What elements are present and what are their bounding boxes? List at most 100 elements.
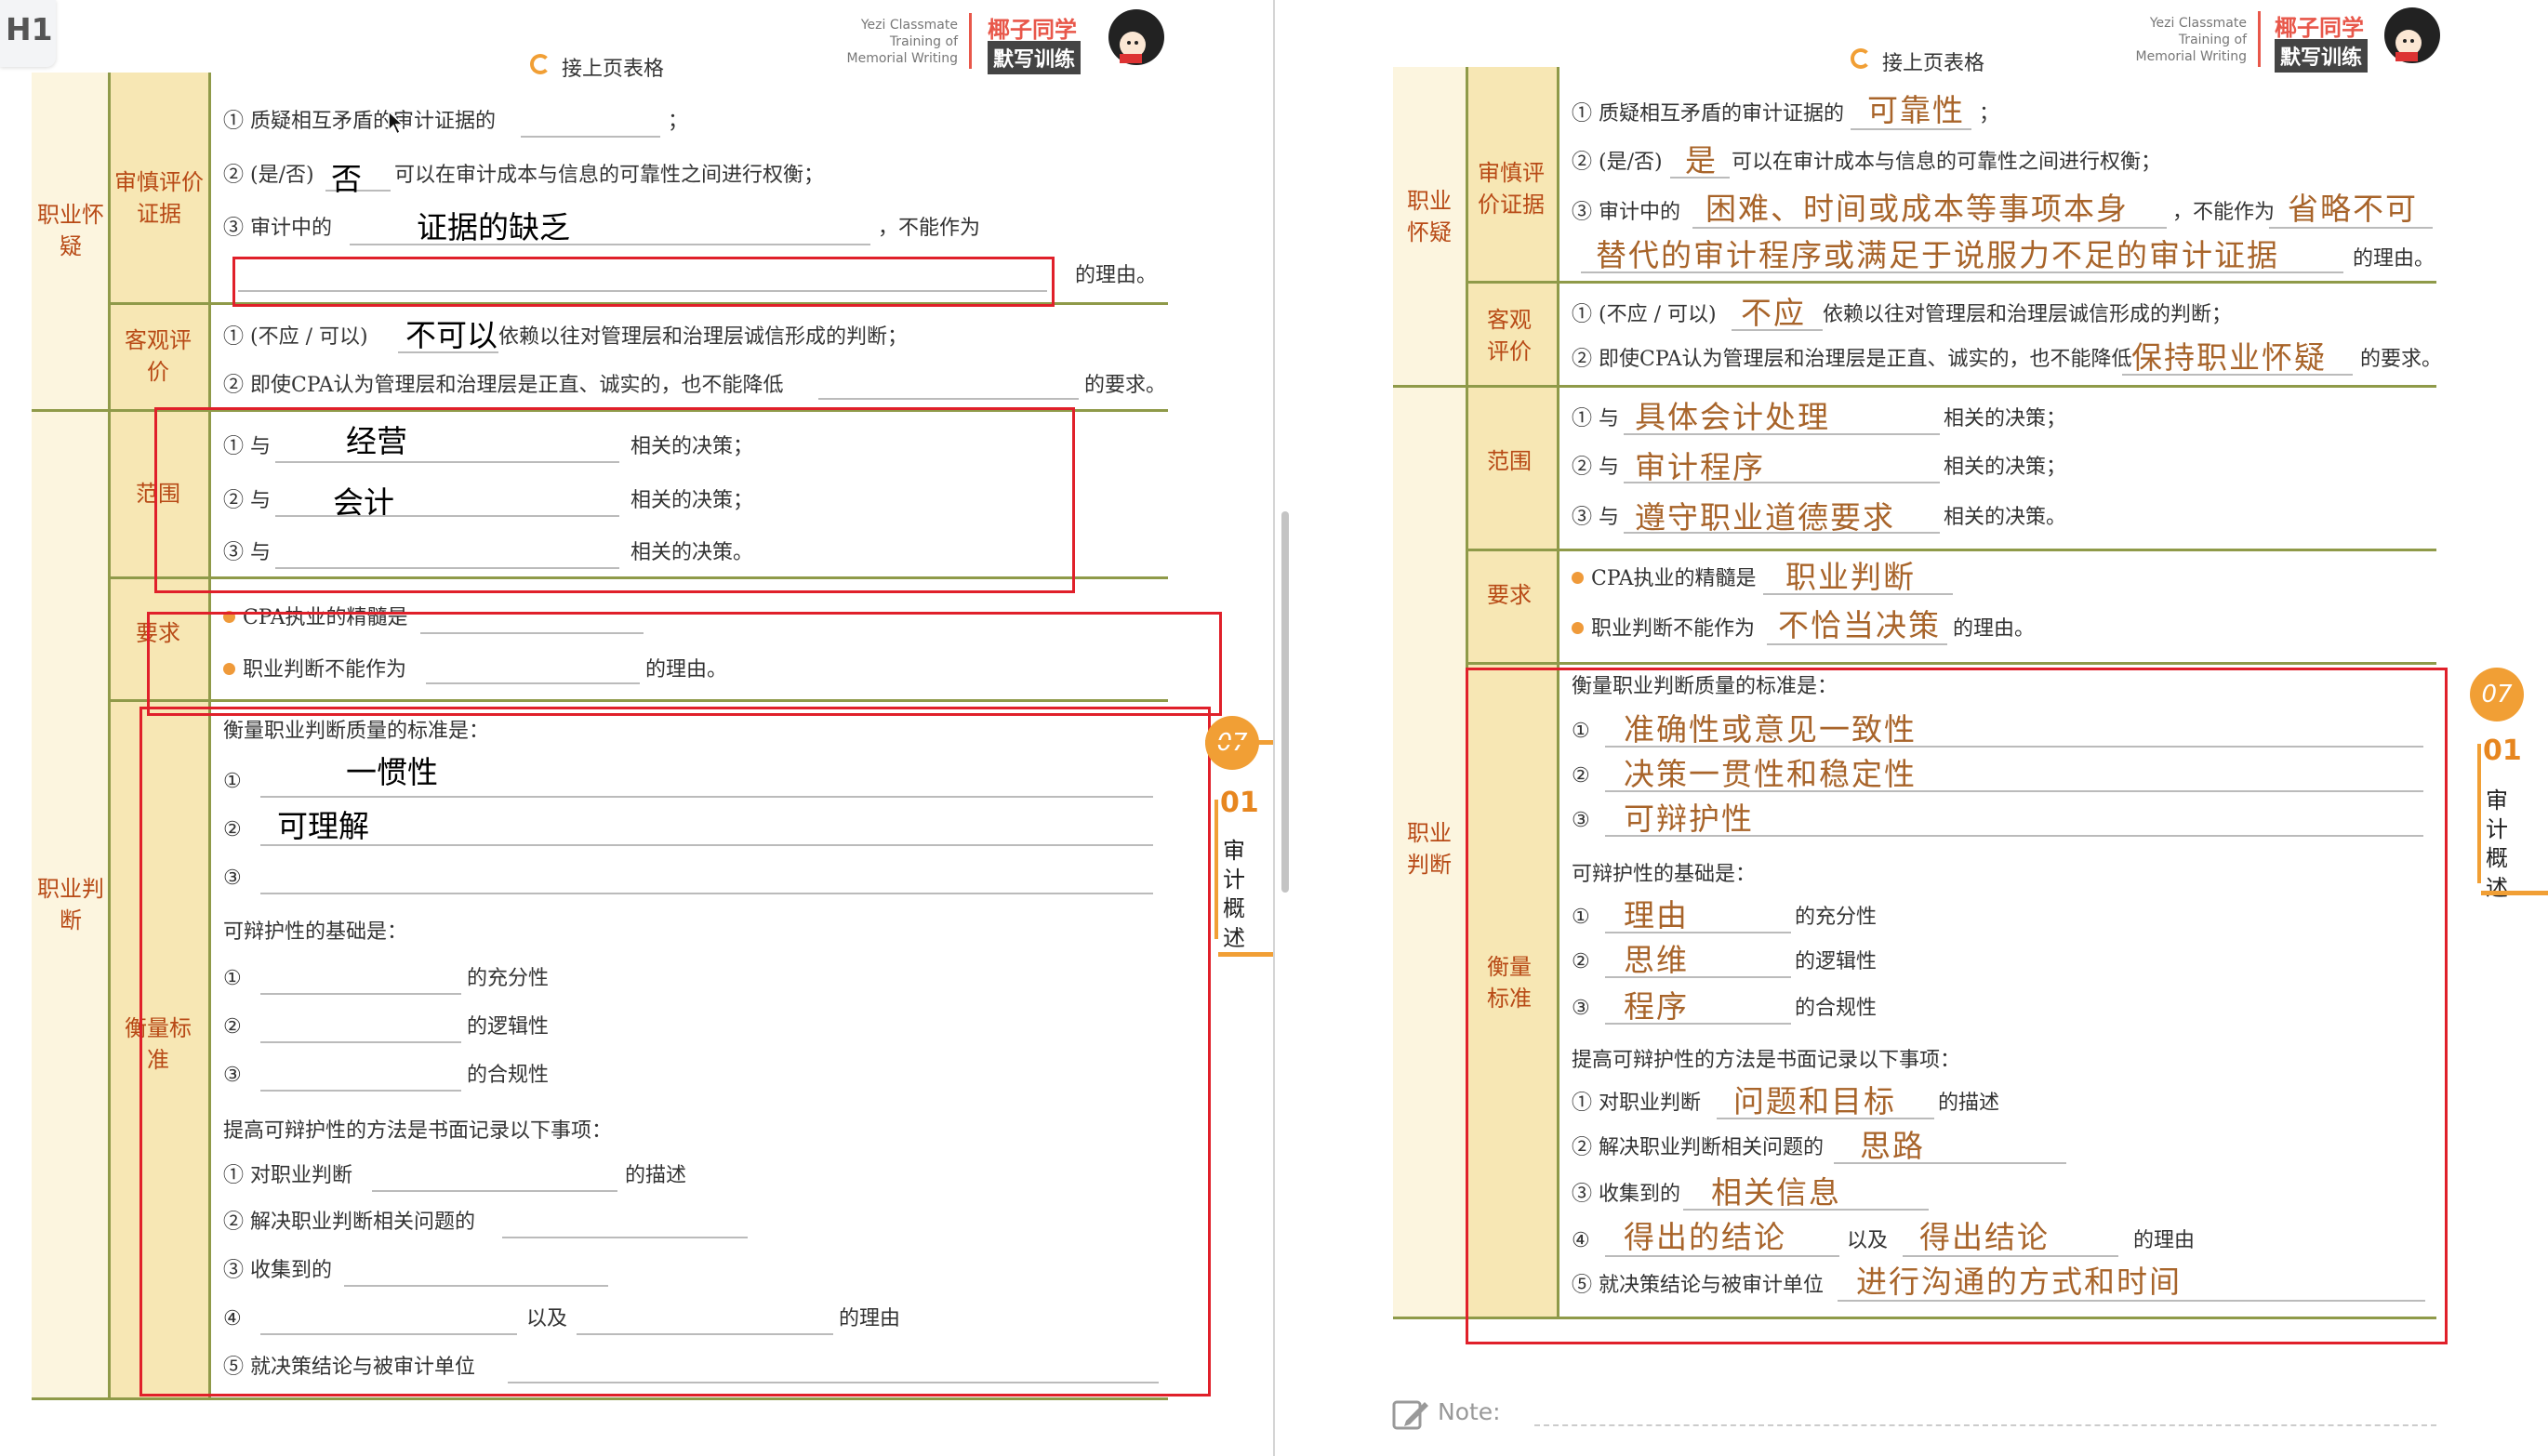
right-q2-prefix: ② (是/否) (1572, 151, 1663, 174)
right-obj1-answer: 不应 (1741, 295, 1806, 331)
left-obj1-answer[interactable]: 不可以 (405, 320, 498, 351)
left-hline-bottom (32, 1397, 1168, 1400)
right-col-outer (1393, 67, 1466, 1317)
right-req1-blank (1763, 593, 1953, 595)
right-q3-mid: ，不能作为 (2172, 201, 2276, 224)
right-scope3-suffix: 相关的决策。 (1944, 506, 2067, 529)
left-q1-suffix: ； (668, 110, 689, 133)
right-scope2-answer: 审计程序 (1635, 449, 1765, 485)
right-obj1-prefix: ① (不应 / 可以) (1572, 303, 1717, 326)
left-label-prof-judgment: 职业判断 (37, 876, 104, 933)
left-q3-suffix: 的理由。 (1075, 264, 1158, 287)
right-scope2-blank (1624, 482, 1940, 483)
right-chapter-badge: 07 (2470, 668, 2524, 721)
right-obj2-prefix: ② 即使CPA认为管理层和治理层是正直、诚实的，也不能降低 (1572, 348, 2132, 371)
right-scope3-prefix: ③ 与 (1572, 506, 1619, 529)
right-label-prudent-eval: 审慎评价证据 (1478, 160, 1545, 218)
right-label-scope: 范围 (1487, 448, 1532, 474)
right-q3-answer2: 省略不可 (2288, 191, 2418, 227)
right-q2-answer: 是 (1685, 142, 1718, 179)
right-obj2-suffix: 的要求。 (2360, 348, 2443, 371)
right-q2-blank (1670, 177, 1730, 179)
right-scope2-prefix: ② 与 (1572, 456, 1619, 479)
left-tab-line (1205, 740, 1274, 745)
right-scope1-prefix: ① 与 (1572, 407, 1619, 430)
left-obj2-prefix: ② 即使CPA认为管理层和治理层是正直、诚实的，也不能降低 (223, 374, 784, 397)
left-obj1-prefix: ① (不应 / 可以) (223, 325, 368, 349)
right-label-requirement: 要求 (1487, 582, 1532, 608)
right-label-prof-skepticism: 职业怀疑 (1407, 188, 1452, 245)
right-obj2-blank (2122, 374, 2353, 376)
brand-separator (969, 13, 972, 69)
left-q2-suffix: 可以在审计成本与信息的可靠性之间进行权衡； (394, 164, 825, 187)
scrollbar[interactable] (1281, 511, 1289, 893)
left-q3-answer[interactable]: 证据的缺乏 (417, 212, 570, 243)
continue-label-right: 接上页表格 (1882, 52, 1985, 75)
brand-separator-right (2258, 11, 2261, 67)
left-obj1-suffix: 依赖以往对管理层和治理层诚信形成的判断； (498, 325, 909, 349)
right-q3-blank (1692, 227, 2167, 229)
right-q3-answer: 困难、时间或成本等事项本身 (1705, 191, 2129, 227)
brand-logo-bottom: 默写训练 (988, 41, 1082, 74)
right-obj2-answer: 保持职业怀疑 (2131, 339, 2327, 376)
right-scope3-answer: 遵守职业道德要求 (1635, 499, 1895, 536)
right-tab-title: 审计概述 (2486, 788, 2508, 901)
right-tab-bottom-line (2481, 891, 2548, 895)
right-req2-answer: 不恰当决策 (1778, 607, 1941, 643)
right-label-objective-eval: 客观评价 (1487, 307, 1532, 364)
right-obj1-suffix: 依赖以往对管理层和治理层诚信形成的判断； (1823, 303, 2233, 326)
right-req2-blank (1767, 643, 1947, 645)
left-q3-prefix: ③ 审计中的 (223, 217, 332, 240)
left-q3-mid: ，不能作为 (878, 217, 981, 240)
right-scope3-blank (1624, 532, 1940, 534)
continue-icon (530, 54, 551, 74)
note-label: Note: (1438, 1398, 1501, 1425)
left-highlight-box-2 (154, 407, 1075, 593)
right-req2-suffix: 的理由。 (1953, 617, 2036, 641)
right-hline-1 (1466, 281, 2436, 284)
left-obj2-suffix: 的要求。 (1084, 374, 1167, 397)
right-hline-2 (1393, 385, 2436, 388)
right-tab-sub: 01 (2483, 735, 2522, 767)
left-label-prof-skepticism: 职业怀疑 (37, 202, 104, 259)
page-divider (1273, 0, 1275, 1456)
right-q3-prefix: ③ 审计中的 (1572, 201, 1680, 224)
right-q3-answer3: 替代的审计程序或满足于说服力不足的审计证据 (1596, 237, 2279, 273)
right-q3-blank-2 (2269, 227, 2433, 229)
right-req1: CPA执业的精髓是 (1572, 567, 1757, 591)
right-obj1-blank (1732, 329, 1823, 331)
right-hline-4 (1466, 662, 2436, 665)
right-scope1-blank (1624, 433, 1940, 435)
left-highlight-box-3 (147, 612, 1222, 716)
right-req1-answer: 职业判断 (1785, 559, 1916, 595)
mouse-cursor-icon (388, 110, 405, 136)
brand-english-right: Yezi Classmate Training of Memorial Writin… (2135, 16, 2247, 65)
left-tab-title: 审计概述 (1223, 838, 1245, 951)
right-q3-blank-3 (1581, 271, 2343, 273)
left-label-objective-eval: 客观评价 (125, 327, 192, 385)
continue-icon-right (1851, 48, 1871, 69)
left-highlight-box-1 (232, 257, 1055, 307)
left-q2-prefix: ② (是/否) (223, 164, 314, 187)
left-q2-answer[interactable]: 否 (331, 164, 362, 194)
right-hline-3 (1466, 549, 2436, 551)
right-q2-suffix: 可以在审计成本与信息的可靠性之间进行权衡； (1732, 151, 2162, 174)
left-tab-bottom-line (1218, 952, 1274, 957)
brand-logo-bottom-right: 默写训练 (2275, 39, 2369, 73)
right-highlight-box (1466, 668, 2448, 1344)
brand-logo-top-right: 椰子同学 (2275, 15, 2364, 41)
mascot-icon (1108, 9, 1164, 65)
note-line (1534, 1424, 2436, 1426)
right-req2: 职业判断不能作为 (1572, 617, 1755, 642)
right-q1-prefix: ① 质疑相互矛盾的审计证据的 (1572, 102, 1844, 126)
left-obj1-blank (398, 351, 498, 353)
mascot-icon-right (2384, 7, 2440, 63)
left-label-prudent-eval: 审慎评价证据 (114, 169, 204, 227)
brand-english: Yezi Classmate Training of Memorial Writin… (846, 18, 958, 67)
heading-tag: H1 (0, 0, 56, 67)
continue-label: 接上页表格 (562, 58, 665, 81)
right-scope1-suffix: 相关的决策； (1944, 407, 2067, 430)
right-q1-blank (1851, 128, 1971, 130)
right-q1-answer: 可靠性 (1867, 92, 1965, 128)
right-scope1-answer: 具体会计处理 (1635, 399, 1830, 435)
